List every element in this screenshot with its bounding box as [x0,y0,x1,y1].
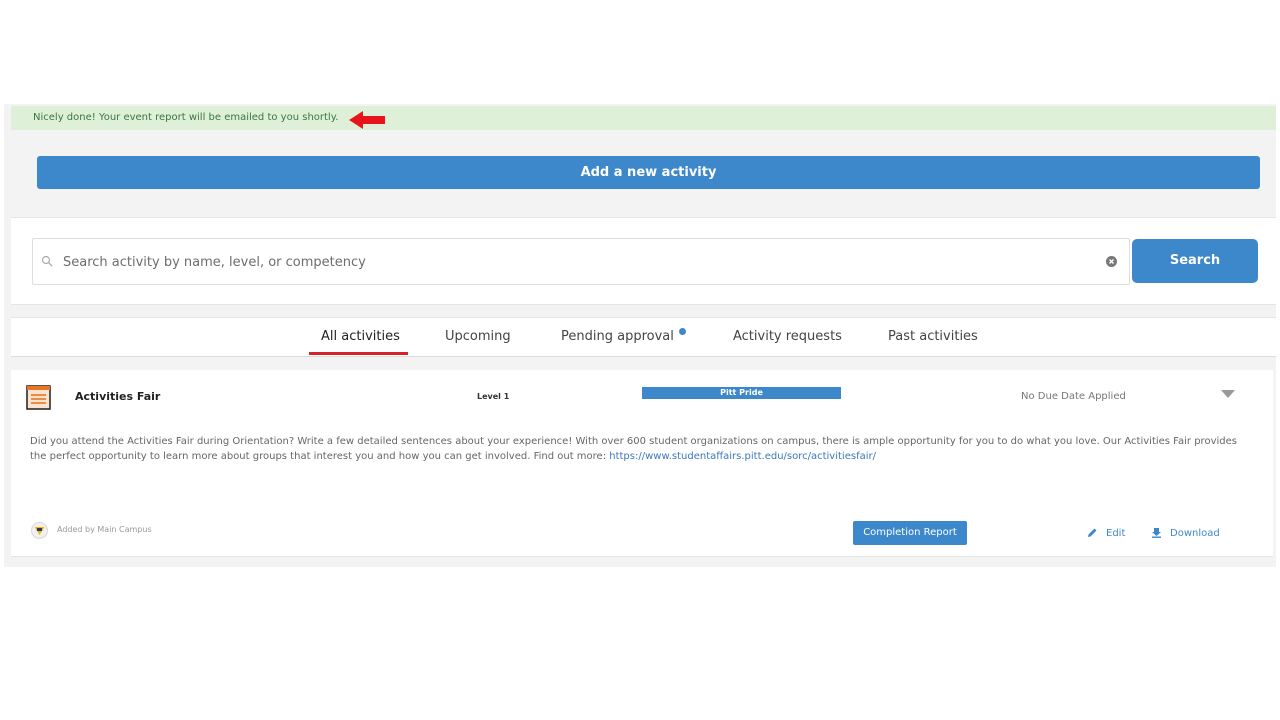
banner-message: Nicely done! Your event report will be e… [33,112,339,123]
due-date: No Due Date Applied [1021,391,1126,402]
search-field[interactable] [32,238,1130,285]
added-by-label: Added by Main Campus [57,525,152,534]
activity-title[interactable]: Activities Fair [75,390,160,403]
red-left-arrow-icon [349,111,385,129]
campus-logo-icon [31,522,48,539]
edit-label: Edit [1106,528,1126,539]
pencil-icon [1088,528,1097,537]
download-label: Download [1170,528,1220,539]
search-button[interactable]: Search [1132,239,1258,283]
download-button[interactable]: Download [1151,527,1220,539]
tab-upcoming[interactable]: Upcoming [445,329,511,344]
download-icon [1152,528,1161,538]
tab-pending-approval[interactable]: Pending approval [561,329,674,344]
search-icon [41,255,53,267]
search-input[interactable] [61,245,1095,279]
activities-page: Nicely done! Your event report will be e… [4,104,1276,567]
success-banner: Nicely done! Your event report will be e… [11,106,1276,130]
completion-report-button[interactable]: Completion Report [853,521,967,545]
activity-level: Level 1 [477,392,510,401]
activity-link[interactable]: https://www.studentaffairs.pitt.edu/sorc… [609,451,876,462]
activity-card: Activities Fair Level 1 Pitt Pride No Du… [11,370,1273,557]
activity-description: Did you attend the Activities Fair durin… [30,434,1255,464]
edit-button[interactable]: Edit [1087,527,1125,539]
activity-list-icon [26,385,51,410]
tab-all-activities[interactable]: All activities [321,329,400,344]
activity-tabs: All activities Upcoming Pending approval… [11,317,1276,357]
tab-past-activities[interactable]: Past activities [888,329,978,344]
pending-notification-dot [679,328,686,335]
clear-search-icon[interactable] [1106,256,1117,267]
chevron-down-icon[interactable] [1221,390,1235,398]
search-panel: Search [11,217,1276,305]
tab-activity-requests[interactable]: Activity requests [733,329,842,344]
competency-tag: Pitt Pride [642,387,841,399]
add-activity-button[interactable]: Add a new activity [37,156,1260,189]
active-tab-indicator [309,352,408,355]
